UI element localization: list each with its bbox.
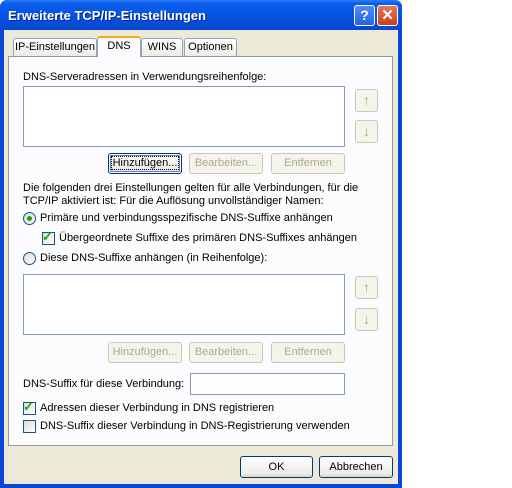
radio-these-label: Diese DNS-Suffixe anhängen (in Reihenfol… (40, 252, 268, 264)
server-list-label: DNS-Serveradressen in Verwendungsreihenf… (23, 71, 267, 83)
add-server-button[interactable]: Hinzufügen... (108, 153, 182, 174)
checkbox-parent-label: Übergeordnete Suffixe des primären DNS-S… (59, 232, 357, 244)
add-suffix-button: Hinzufügen... (108, 342, 182, 363)
remove-server-button: Entfernen (271, 153, 345, 174)
tab-options[interactable]: Optionen (184, 38, 237, 56)
remove-suffix-button: Entfernen (271, 342, 345, 363)
connection-suffix-label: DNS-Suffix für diese Verbindung: (23, 378, 185, 390)
edit-server-button: Bearbeiten... (189, 153, 263, 174)
info-text-line2: TCP/IP aktiviert ist: Für die Auflösung … (23, 195, 324, 207)
checkbox-register-dns[interactable]: ✓ (23, 399, 36, 415)
radio-selected-dot (27, 216, 32, 221)
radio-primary-label: Primäre und verbindungsspezifische DNS-S… (40, 212, 333, 224)
suffix-move-up-button: ↑ (355, 276, 378, 299)
info-text-line1: Die folgenden drei Einstellungen gelten … (23, 182, 359, 194)
move-down-button: ↓ (355, 120, 378, 143)
ok-button[interactable]: OK (240, 456, 313, 478)
tab-wins[interactable]: WINS (141, 38, 183, 56)
register-dns-label: Adressen dieser Verbindung in DNS regist… (40, 402, 275, 414)
window-title: Erweiterte TCP/IP-Einstellungen (8, 8, 206, 23)
title-bar: Erweiterte TCP/IP-Einstellungen ? ✕ (0, 0, 402, 30)
checkbox-parent-suffixes[interactable]: ✓ (42, 229, 55, 245)
close-button[interactable]: ✕ (377, 5, 398, 26)
tab-ip-settings[interactable]: IP-Einstellungen (13, 38, 97, 56)
checkbox-use-suffix[interactable] (23, 420, 36, 433)
edit-suffix-button: Bearbeiten... (189, 342, 263, 363)
suffix-move-down-button: ↓ (355, 308, 378, 331)
dialog-window: Erweiterte TCP/IP-Einstellungen ? ✕ IP-E… (0, 0, 402, 488)
dns-server-list[interactable] (23, 86, 345, 147)
add-server-label: Hinzufügen... (110, 156, 180, 170)
cancel-button[interactable]: Abbrechen (319, 456, 393, 478)
suffix-list[interactable] (23, 274, 345, 335)
radio-these-suffixes[interactable] (23, 252, 36, 265)
checkmark-icon: ✓ (42, 229, 53, 244)
checkmark-icon: ✓ (23, 399, 34, 414)
connection-suffix-input[interactable] (190, 373, 345, 395)
use-suffix-label: DNS-Suffix dieser Verbindung in DNS-Regi… (40, 420, 350, 432)
dialog-client: IP-Einstellungen DNS WINS Optionen DNS-S… (4, 30, 398, 484)
move-up-button: ↑ (355, 89, 378, 112)
radio-primary-suffixes[interactable] (23, 212, 36, 225)
help-button[interactable]: ? (354, 5, 375, 26)
tab-dns[interactable]: DNS (97, 36, 141, 57)
dns-tab-panel: DNS-Serveradressen in Verwendungsreihenf… (8, 56, 393, 446)
